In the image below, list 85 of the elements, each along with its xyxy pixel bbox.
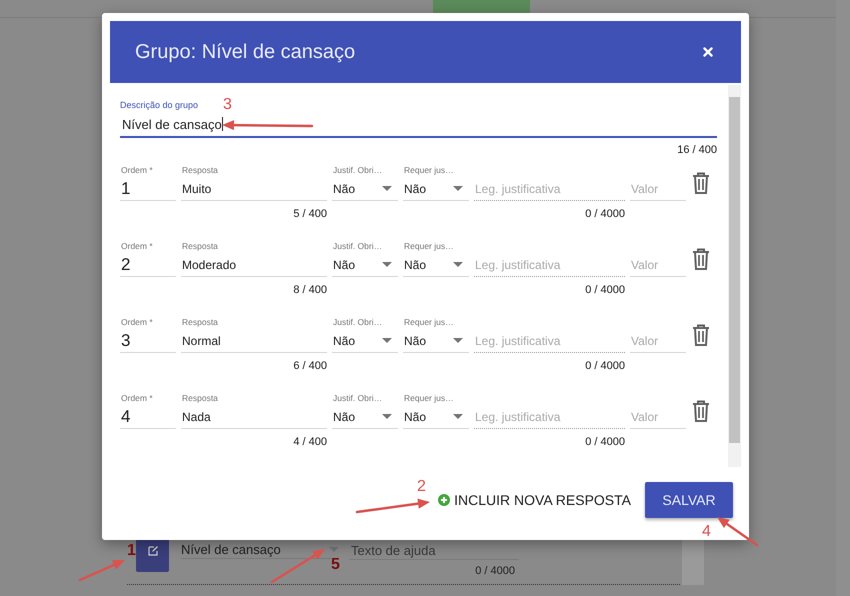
field-label: Ordem *	[120, 393, 154, 405]
annotation-number: 5	[331, 557, 340, 573]
character-counter: 0 / 4000	[584, 436, 625, 448]
value-field[interactable]: Valor	[630, 177, 686, 201]
add-answer-button[interactable]: INCLUIR NOVA RESPOSTA	[438, 492, 631, 508]
field-label: Resposta	[181, 317, 219, 329]
dropdown-caret-icon	[382, 186, 392, 191]
dropdown-caret-icon	[453, 338, 463, 343]
select-field[interactable]: Não	[403, 329, 469, 353]
character-counter: 8 / 400	[292, 284, 327, 296]
order-field[interactable]: 1	[120, 177, 176, 201]
field-label: Justif. Obri…	[332, 241, 384, 253]
field-label: Justif. Obri…	[332, 393, 384, 405]
field-label: Resposta	[181, 165, 219, 177]
close-icon	[703, 47, 713, 57]
justification-field[interactable]: Leg. justificativa	[474, 405, 625, 429]
field-label: Requer jus…	[403, 317, 455, 329]
character-counter: 16 / 400	[676, 144, 717, 158]
text-cursor	[222, 117, 223, 131]
field-label: Ordem *	[120, 241, 154, 253]
trash-icon	[692, 172, 710, 194]
scrollbar-thumb[interactable]	[729, 97, 740, 443]
trash-icon	[692, 324, 710, 346]
select-field[interactable]: Não	[332, 405, 398, 429]
character-counter: 0 / 4000	[584, 360, 625, 372]
justification-field[interactable]: Leg. justificativa	[474, 329, 625, 353]
character-counter: 0 / 4000	[584, 208, 625, 220]
field-label: Resposta	[181, 241, 219, 253]
order-field[interactable]: 4	[120, 405, 176, 429]
field-label: Requer jus…	[403, 165, 455, 177]
close-button[interactable]	[703, 47, 713, 57]
field-label: Ordem *	[120, 317, 154, 329]
annotation-number: 1	[127, 543, 136, 559]
delete-button[interactable]	[692, 324, 710, 346]
answer-field[interactable]: Normal	[181, 329, 327, 353]
dropdown-caret-icon	[453, 262, 463, 267]
select-field[interactable]: Não	[332, 329, 398, 353]
character-counter: 6 / 400	[292, 360, 327, 372]
field-label: Requer jus…	[403, 241, 455, 253]
dropdown-caret-icon	[453, 186, 463, 191]
save-button[interactable]: SALVAR	[645, 482, 733, 518]
annotation-number: 3	[223, 97, 232, 113]
delete-button[interactable]	[692, 248, 710, 270]
answer-field[interactable]: Muito	[181, 177, 327, 201]
dropdown-caret-icon	[329, 546, 339, 552]
delete-button[interactable]	[692, 400, 710, 422]
value-field[interactable]: Valor	[630, 405, 686, 429]
field-label: Descrição do grupo	[120, 100, 198, 112]
dropdown-caret-icon	[382, 414, 392, 419]
field-label: Justif. Obri…	[332, 165, 384, 177]
help-text-field[interactable]: Texto de ajuda	[349, 541, 519, 560]
character-counter: 0 / 4000	[474, 565, 515, 577]
character-counter: 5 / 400	[292, 208, 327, 220]
annotation-number: 4	[702, 524, 711, 540]
annotation-number: 2	[417, 479, 426, 495]
field-label: Requer jus…	[403, 393, 455, 405]
trash-icon	[692, 248, 710, 270]
select-field[interactable]: Não	[403, 177, 469, 201]
plus-circle-icon	[438, 494, 450, 506]
field-label: Ordem *	[120, 165, 154, 177]
justification-field[interactable]: Leg. justificativa	[474, 177, 625, 201]
character-counter: 4 / 400	[292, 436, 327, 448]
field-label: Justif. Obri…	[332, 317, 384, 329]
answer-field[interactable]: Nada	[181, 405, 327, 429]
select-field[interactable]: Não	[332, 253, 398, 277]
field-label: Resposta	[181, 393, 219, 405]
edit-icon	[146, 545, 158, 557]
dialog-title: Grupo: Nível de cansaço	[135, 40, 356, 64]
delete-button[interactable]	[692, 172, 710, 194]
order-field[interactable]: 2	[120, 253, 176, 277]
order-field[interactable]: 3	[120, 329, 176, 353]
select-field[interactable]: Não	[403, 253, 469, 277]
description-field[interactable]: Nível de cansaço	[120, 112, 717, 138]
trash-icon	[692, 400, 710, 422]
select-field[interactable]: Não	[403, 405, 469, 429]
dropdown-caret-icon	[382, 338, 392, 343]
dropdown-caret-icon	[382, 262, 392, 267]
dropdown-caret-icon	[453, 414, 463, 419]
value-field[interactable]: Valor	[630, 253, 686, 277]
answer-field[interactable]: Moderado	[181, 253, 327, 277]
scrollbar[interactable]	[728, 85, 741, 467]
value-field[interactable]: Valor	[630, 329, 686, 353]
justification-field[interactable]: Leg. justificativa	[474, 253, 625, 277]
select-field[interactable]: Não	[332, 177, 398, 201]
character-counter: 0 / 4000	[584, 284, 625, 296]
